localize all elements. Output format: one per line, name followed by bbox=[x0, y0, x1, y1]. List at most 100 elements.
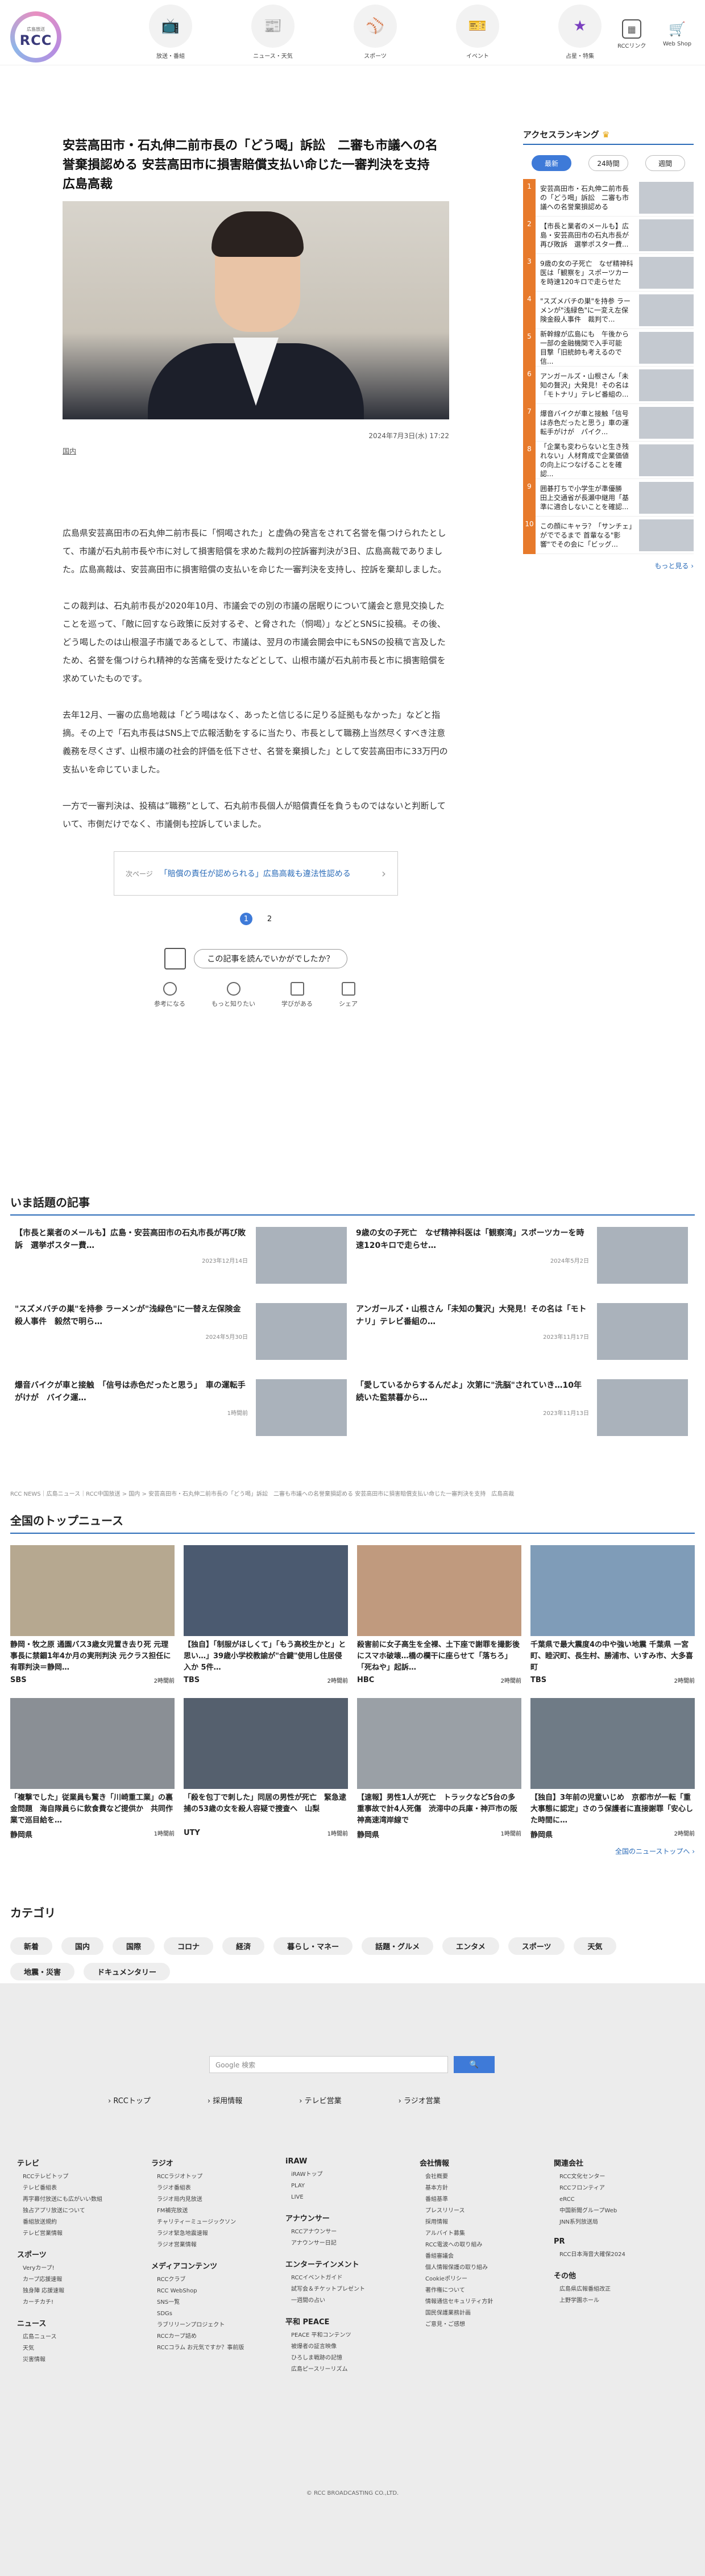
footer-link[interactable]: RCCフロンティア bbox=[554, 2183, 688, 2194]
ranking-item[interactable]: 5 新幹線が広島にも 午後から一部の金融機関で入手可能 目撃「旧統帥も考えるので信… bbox=[523, 328, 694, 367]
topic-item[interactable]: 「愛しているからするんだよ」次第に"洗脳"されていき…10年続いた監禁暮から… 2… bbox=[351, 1379, 692, 1447]
news-card[interactable]: 殺害前に女子高生を全裸、土下座で謝罪を撮影後にスマホ破壊…橋の欄干に座らせて「落… bbox=[357, 1545, 521, 1684]
footer-link[interactable]: 天気 bbox=[17, 2343, 151, 2354]
ranking-item[interactable]: 3 9歳の女の子死亡 なぜ精神科医は「観察を」スポーツカーを時速120キロで走らせ… bbox=[523, 253, 694, 292]
gnav-item[interactable]: ★ 占星・特集 bbox=[529, 5, 631, 60]
footer-link[interactable]: Cookieポリシー bbox=[420, 2274, 554, 2285]
footer-link[interactable]: 上野学園ホール bbox=[554, 2295, 688, 2307]
ranking-item[interactable]: 10 この顔にキャラ？「サンチェ」がででるまで 首輩なる"影響"でその会に「ビッグ… bbox=[523, 516, 694, 554]
footer-link[interactable]: 一週間の占い bbox=[285, 2295, 420, 2307]
footer-link[interactable]: 採用情報 bbox=[420, 2217, 554, 2228]
footer-link[interactable]: 個人情報保護の取り組み bbox=[420, 2262, 554, 2274]
footer-link[interactable]: 広島ピースリーリズム bbox=[285, 2364, 420, 2375]
news-card[interactable]: 静岡・牧之原 通園バス3歳女児置き去り死 元理事長に禁錮1年4か月の実刑判決 元… bbox=[10, 1545, 175, 1684]
footer-top-link[interactable]: › 採用情報 bbox=[208, 2095, 242, 2105]
news-card[interactable]: 【独自】3年前の児童いじめ 京都市が一転「重大事態に認定」さのう保護者に直接謝罪… bbox=[530, 1698, 695, 1840]
footer-link[interactable]: RCC電波への取り組み bbox=[420, 2240, 554, 2251]
footer-link[interactable]: LIVE bbox=[285, 2192, 420, 2203]
footer-link[interactable]: PEACE 平和コンテンツ bbox=[285, 2330, 420, 2341]
footer-link[interactable]: eRCC bbox=[554, 2194, 688, 2205]
ranking-item[interactable]: 2 【市長と業者のメールも】広島・安芸高田市の石丸市長が再び敗訴 選挙ポスター費.… bbox=[523, 216, 694, 254]
category-chip[interactable]: 話題・グルメ bbox=[362, 1937, 434, 1955]
footer-link[interactable]: 独身陣 応援速報 bbox=[17, 2286, 151, 2297]
news-card[interactable]: 「複撃でした」従業員も驚き「川崎重工業」の裏金問題 海自隊員らに飲食費など提供か… bbox=[10, 1698, 175, 1840]
tab-latest[interactable]: 最新 bbox=[532, 155, 571, 171]
news-card[interactable]: 【速報】男性1人が死亡 トラックなど5台の多重事故で計4人死傷 渋滞中の兵庫・神… bbox=[357, 1698, 521, 1840]
gnav-item[interactable]: 📺 放送・番組 bbox=[119, 5, 222, 60]
footer-link[interactable]: RCCコラム お元気ですか？事前版 bbox=[151, 2342, 285, 2354]
topic-item[interactable]: 爆音バイクが車と接触 「信号は赤色だったと思う」 車の運転手がけが バイク運… 1… bbox=[10, 1379, 351, 1447]
footer-link[interactable]: RCCカープ詰め bbox=[151, 2331, 285, 2342]
footer-link[interactable]: FM補完放送 bbox=[151, 2205, 285, 2217]
tab-weekly[interactable]: 週間 bbox=[645, 155, 685, 171]
ranking-item[interactable]: 7 爆音バイクが車と接触「信号は赤色だったと思う」車の運転手がけが パイク... bbox=[523, 403, 694, 442]
footer-link[interactable]: RCCラジオトップ bbox=[151, 2171, 285, 2183]
footer-top-link[interactable]: › テレビ営業 bbox=[299, 2095, 341, 2105]
footer-link[interactable]: 著作権について bbox=[420, 2285, 554, 2296]
footer-link[interactable]: カープ応援速報 bbox=[17, 2274, 151, 2286]
footer-link[interactable]: 国民保護業務計画 bbox=[420, 2308, 554, 2319]
footer-link[interactable]: 番組審議会 bbox=[420, 2251, 554, 2262]
topic-item[interactable]: 【市長と業者のメールも】広島・安芸高田市の石丸市長が再び敗訴 選挙ポスター費… 2… bbox=[10, 1227, 351, 1295]
category-chip[interactable]: スポーツ bbox=[508, 1937, 565, 1955]
news-card[interactable]: 【独自】「制服がほしくて」「もう高校生かと」と思い…」39歳小学校教諭が"合鍵"… bbox=[184, 1545, 348, 1684]
footer-link[interactable]: テレビ営業情報 bbox=[17, 2228, 151, 2240]
web-shop-button[interactable]: 🛒 Web Shop bbox=[663, 19, 691, 47]
footer-link[interactable]: 広島県広報番組改正 bbox=[554, 2284, 688, 2295]
footer-link[interactable]: ラジオ営業情報 bbox=[151, 2240, 285, 2251]
ranking-item[interactable]: 9 囲碁打ちで小学生が準優勝 田上交通省が長瀬中継用「基準に適合しないことを確認.… bbox=[523, 478, 694, 517]
footer-link[interactable]: 災害情報 bbox=[17, 2354, 151, 2366]
page-1[interactable]: 1 bbox=[239, 913, 252, 925]
footer-link[interactable]: iRAWトップ bbox=[285, 2169, 420, 2180]
gnav-item[interactable]: ⚾ スポーツ bbox=[324, 5, 426, 60]
reaction-learn[interactable]: 学びがある bbox=[281, 982, 313, 1008]
search-input[interactable]: Google 検索 bbox=[209, 2056, 448, 2073]
ranking-item[interactable]: 8 「企業も変わらないと生き残れない」人材育成で企業価値の向上につなげることを確認… bbox=[523, 441, 694, 479]
footer-link[interactable]: PLAY bbox=[285, 2180, 420, 2192]
footer-link[interactable]: 基本方針 bbox=[420, 2183, 554, 2194]
category-chip[interactable]: コロナ bbox=[164, 1937, 214, 1955]
breadcrumb[interactable]: RCC NEWS｜広島ニュース｜RCC中国放送 > 国内 > 安芸高田市・石丸伸… bbox=[10, 1489, 692, 1497]
footer-link[interactable]: ひろしま戦跡の記憶 bbox=[285, 2353, 420, 2364]
category-chip[interactable]: エンタメ bbox=[442, 1937, 499, 1955]
footer-link[interactable]: 番組放送規約 bbox=[17, 2217, 151, 2228]
gnav-item[interactable]: 📰 ニュース・天気 bbox=[222, 5, 324, 60]
news-card[interactable]: 千葉県で最大震度4の中や強い地震 千葉県 一宮町、睦沢町、長生村、勝浦市、いすみ… bbox=[530, 1545, 695, 1684]
footer-link[interactable]: 独占アプリ放送について bbox=[17, 2205, 151, 2217]
ranking-more-link[interactable]: もっと見る › bbox=[523, 561, 694, 571]
rcc-link-button[interactable]: ▦ RCCリンク bbox=[617, 19, 646, 49]
tab-24h[interactable]: 24時間 bbox=[588, 155, 628, 171]
footer-link[interactable]: ラジオ番組表 bbox=[151, 2183, 285, 2194]
footer-link[interactable]: RCC文化センター bbox=[554, 2171, 688, 2183]
footer-link[interactable]: チャリティーミュージックソン bbox=[151, 2217, 285, 2228]
rcc-logo[interactable]: 広島放送 RCC bbox=[10, 11, 61, 63]
topic-item[interactable]: アンガールズ・山根さん「未知の贅沢」大発見！その名は「モトナリ」テレビ番組の… 2… bbox=[351, 1303, 692, 1371]
footer-link[interactable]: ご意見・ご感想 bbox=[420, 2319, 554, 2331]
footer-link[interactable]: アナウンサー日記 bbox=[285, 2238, 420, 2249]
reaction-helpful[interactable]: 参考になる bbox=[154, 982, 185, 1008]
footer-link[interactable]: プレスリリース bbox=[420, 2205, 554, 2217]
footer-link[interactable]: テレビ番組表 bbox=[17, 2183, 151, 2194]
footer-link[interactable]: 試写会＆チケットプレゼント bbox=[285, 2284, 420, 2295]
search-button[interactable]: 🔍 bbox=[454, 2056, 495, 2073]
footer-link[interactable]: RCC WebShop bbox=[151, 2286, 285, 2297]
footer-link[interactable]: JNN系列放送局 bbox=[554, 2217, 688, 2228]
footer-link[interactable]: Veryカープ! bbox=[17, 2263, 151, 2274]
gnav-item[interactable]: 🎫 イベント bbox=[426, 5, 529, 60]
category-chip[interactable]: 新着 bbox=[10, 1937, 53, 1955]
national-more-link[interactable]: 全国のニューストップへ › bbox=[10, 1846, 695, 1856]
footer-link[interactable]: 会社概要 bbox=[420, 2171, 554, 2183]
footer-link[interactable]: ラブリリーンプロジェクト bbox=[151, 2320, 285, 2331]
footer-link[interactable]: RCCアナウンサー bbox=[285, 2227, 420, 2238]
footer-link[interactable]: ラジオ緊急地震速報 bbox=[151, 2228, 285, 2240]
footer-link[interactable]: 再字幕付放送にも広がいい数組 bbox=[17, 2194, 151, 2205]
footer-top-link[interactable]: › RCCトップ bbox=[108, 2095, 151, 2105]
footer-link[interactable]: アルバイト募集 bbox=[420, 2228, 554, 2240]
reaction-more[interactable]: もっと知りたい bbox=[212, 982, 255, 1008]
footer-top-link[interactable]: › ラジオ営業 bbox=[399, 2095, 441, 2105]
footer-link[interactable]: RCCクラブ bbox=[151, 2274, 285, 2286]
footer-link[interactable]: 中国新聞グループWeb bbox=[554, 2205, 688, 2217]
page-2[interactable]: 2 bbox=[267, 915, 272, 923]
footer-link[interactable]: 番組基準 bbox=[420, 2194, 554, 2205]
topic-item[interactable]: "スズメバチの巣"を持参 ラーメンが"浅緑色"に一替え左保険金殺人事件 毅然で明… bbox=[10, 1303, 351, 1371]
